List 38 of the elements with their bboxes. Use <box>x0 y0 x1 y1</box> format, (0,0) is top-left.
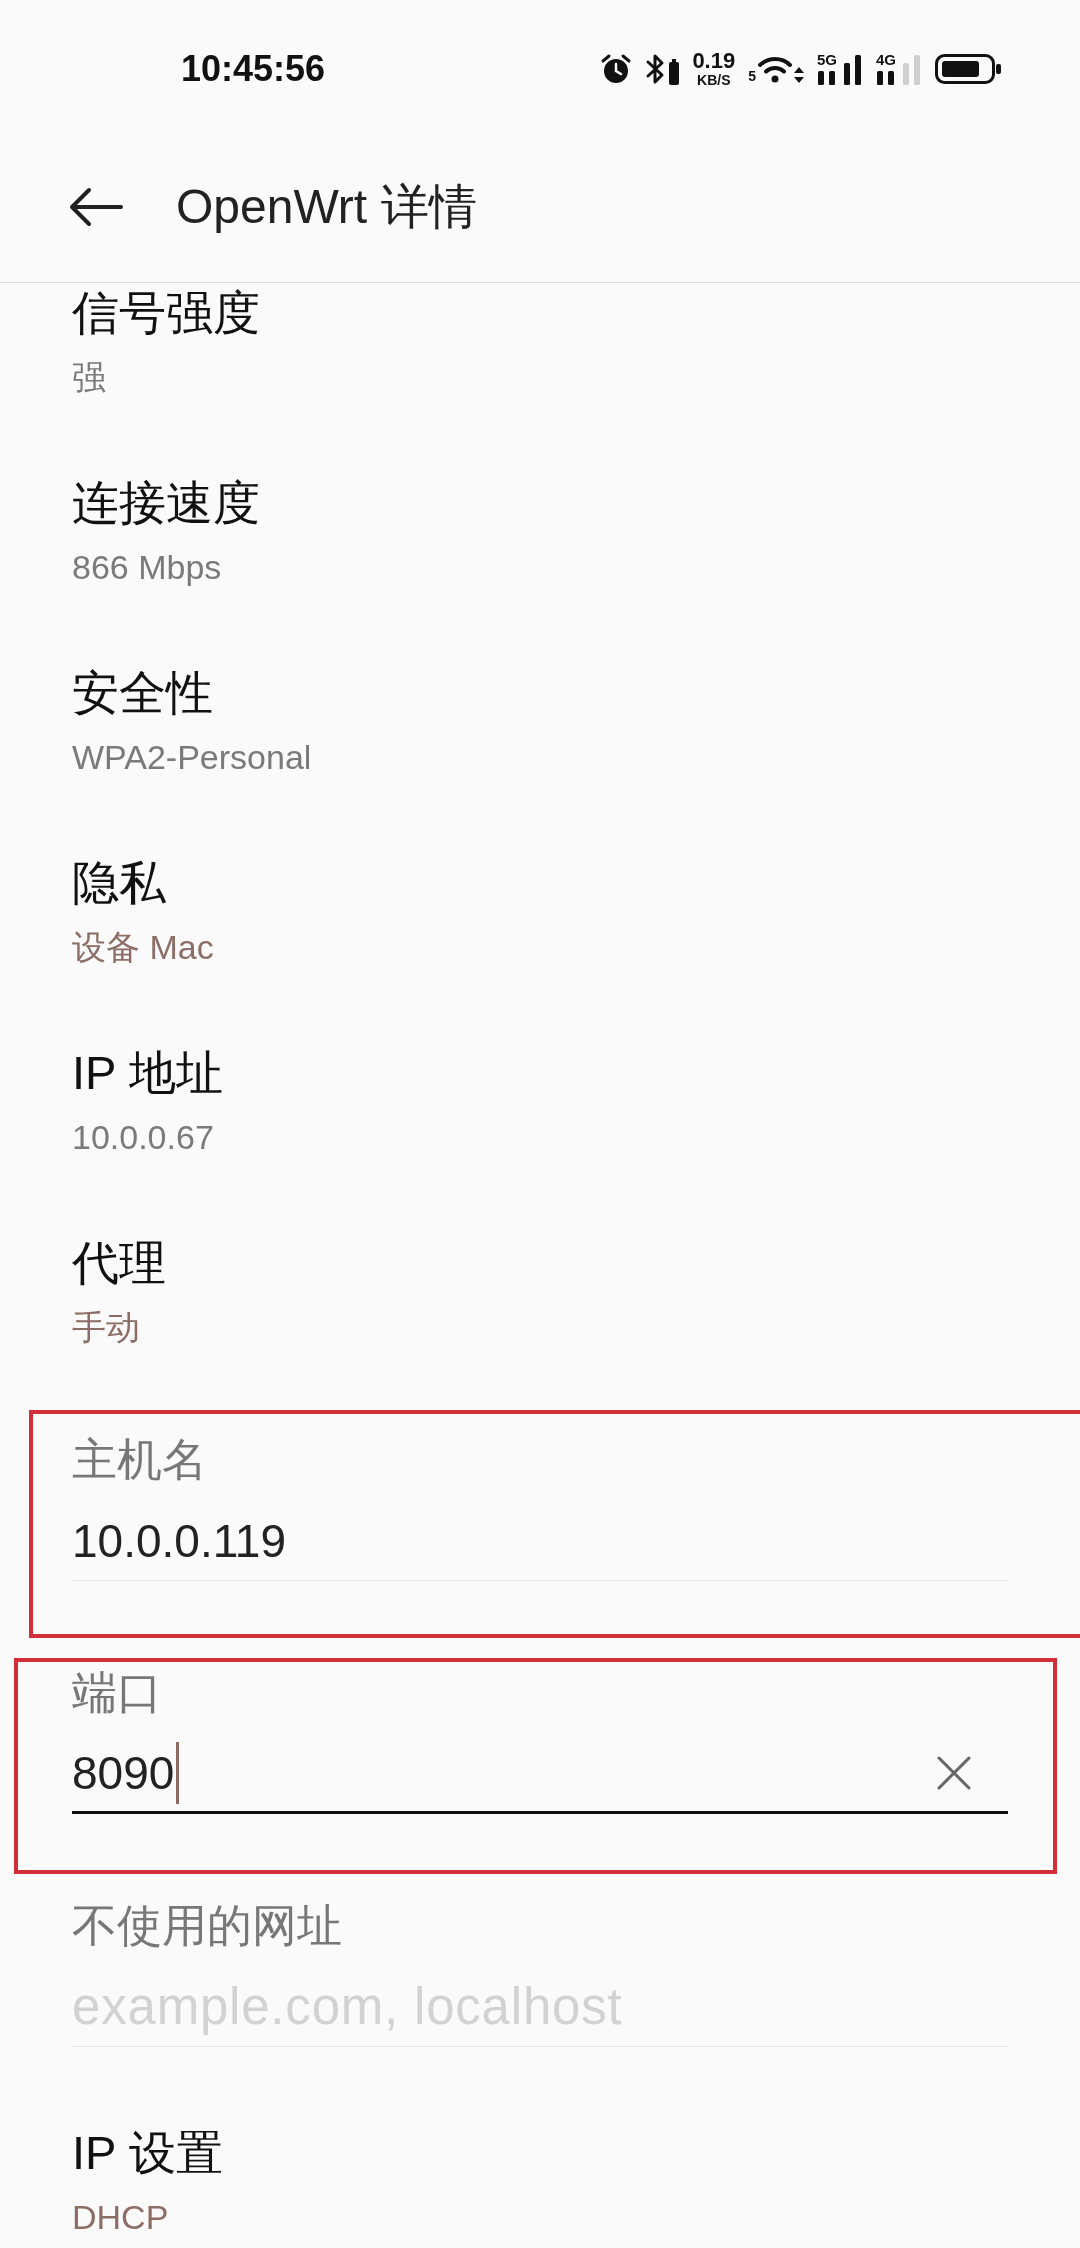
signal-bars-icon <box>817 54 862 85</box>
field-label: 主机名 <box>72 1433 207 1487</box>
setting-title: 隐私 <box>72 857 166 909</box>
setting-value: DHCP <box>72 2197 169 2238</box>
battery-icon <box>935 53 1001 84</box>
clear-button[interactable] <box>937 1755 971 1790</box>
setting-value: 10.0.0.67 <box>72 1117 214 1158</box>
wifi-band-label: 5 <box>748 68 756 83</box>
page-title: OpenWrt 详情 <box>176 179 477 235</box>
setting-value: 手动 <box>72 1307 140 1348</box>
status-time: 10:45:56 <box>181 48 326 89</box>
setting-title: 安全性 <box>72 667 213 719</box>
back-button[interactable] <box>69 187 123 227</box>
field-label: 端口 <box>72 1666 162 1720</box>
field-label: 不使用的网址 <box>72 1899 342 1953</box>
input-field[interactable]: 10.0.0.119 <box>72 1509 1008 1581</box>
network-speed-unit: KB/S <box>697 71 731 88</box>
setting-title: 连接速度 <box>72 477 260 529</box>
signal-bars-icon <box>876 54 921 85</box>
text-cursor-icon <box>176 1741 180 1804</box>
setting-title: 信号强度 <box>72 287 260 339</box>
setting-title: IP 设置 <box>72 2127 223 2179</box>
wifi-icon <box>758 54 792 83</box>
back-arrow-icon <box>69 187 123 227</box>
setting-value: 强 <box>72 357 106 398</box>
close-icon <box>937 1755 971 1790</box>
network-type-label: 4G <box>876 51 896 67</box>
setting-value: 设备 Mac <box>72 927 214 968</box>
up-down-arrows-icon <box>794 66 804 83</box>
network-type-label: 5G <box>817 51 837 67</box>
setting-value: WPA2-Personal <box>72 737 312 778</box>
network-speed-value: 0.19 <box>692 49 736 72</box>
setting-title: 代理 <box>72 1237 166 1289</box>
input-field[interactable]: 8090 <box>72 1742 1008 1814</box>
alarm-clock-icon <box>600 52 633 85</box>
battery-icon <box>669 58 680 85</box>
setting-title: IP 地址 <box>72 1047 223 1099</box>
setting-value: 866 Mbps <box>72 547 222 588</box>
